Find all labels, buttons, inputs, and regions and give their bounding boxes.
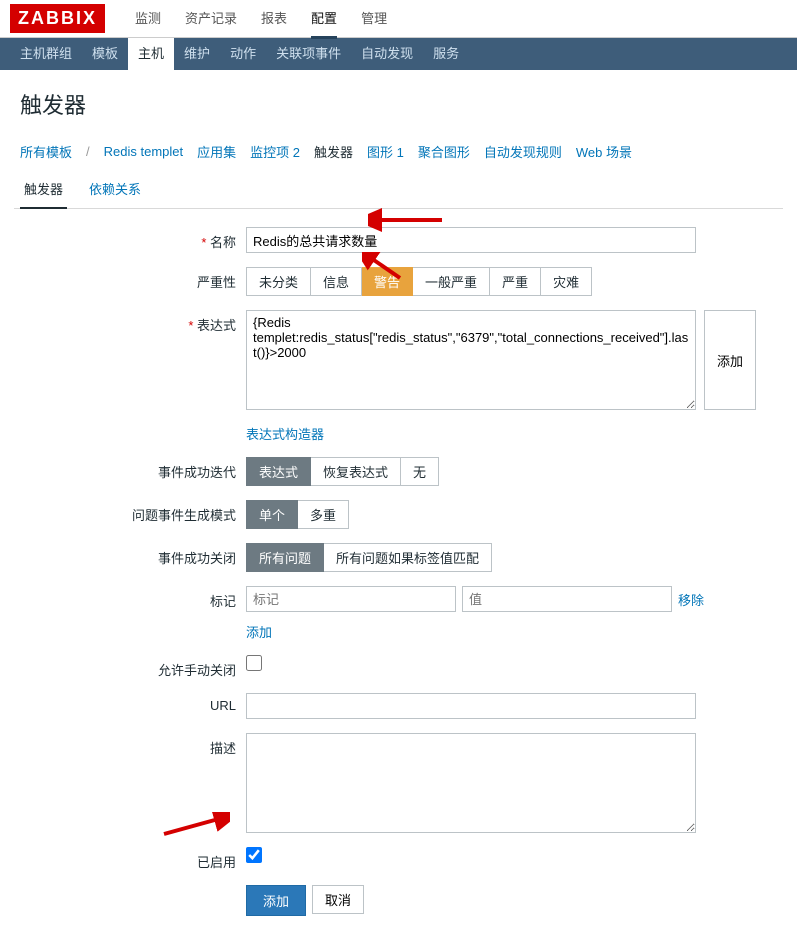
tab-trigger[interactable]: 触发器 [20,171,67,208]
subnav-correlation[interactable]: 关联项事件 [266,38,351,70]
topnav: 监测 资产记录 报表 配置 管理 [123,0,399,38]
severity-average[interactable]: 一般严重 [413,267,490,296]
crumb-template[interactable]: Redis templet [104,144,183,159]
label-event-close: 事件成功关闭 [20,543,246,567]
topnav-config[interactable]: 配置 [299,0,349,38]
event-gen-none[interactable]: 无 [401,457,439,486]
label-url: URL [20,693,246,713]
tag-row: 移除 [246,586,704,612]
crumb-web[interactable]: Web 场景 [576,142,632,161]
tag-add-link[interactable]: 添加 [246,622,272,641]
submit-button[interactable]: 添加 [246,885,306,916]
severity-high[interactable]: 严重 [490,267,541,296]
expression-add-button[interactable]: 添加 [704,310,756,410]
event-gen-expression[interactable]: 表达式 [246,457,311,486]
topnav-admin[interactable]: 管理 [349,0,399,38]
severity-disaster[interactable]: 灾难 [541,267,592,296]
annotation-arrow-icon [368,208,448,232]
label-allow-manual-close: 允许手动关闭 [20,655,246,679]
crumb-triggers: 触发器 [314,142,353,161]
crumb-all-templates[interactable]: 所有模板 [20,142,72,161]
tag-remove-link[interactable]: 移除 [678,590,704,609]
enabled-checkbox[interactable] [246,847,262,863]
problem-mode-single[interactable]: 单个 [246,500,298,529]
allow-manual-close-checkbox[interactable] [246,655,262,671]
label-description: 描述 [20,733,246,757]
name-input[interactable] [246,227,696,253]
crumb-items[interactable]: 监控项 2 [250,142,300,161]
form-tabs: 触发器 依赖关系 [14,171,783,209]
url-input[interactable] [246,693,696,719]
page-content: 触发器 所有模板 / Redis templet 应用集 监控项 2 触发器 图… [0,70,797,944]
event-ok-gen-segment: 表达式 恢复表达式 无 [246,457,439,486]
subnav-hosts[interactable]: 主机 [128,38,174,70]
severity-info[interactable]: 信息 [311,267,362,296]
topbar: ZABBIX 监测 资产记录 报表 配置 管理 [0,0,797,38]
crumb-aggregate[interactable]: 聚合图形 [418,142,470,161]
topnav-reports[interactable]: 报表 [249,0,299,38]
tag-name-input[interactable] [246,586,456,612]
logo[interactable]: ZABBIX [10,4,105,33]
event-gen-recovery[interactable]: 恢复表达式 [311,457,401,486]
event-close-all[interactable]: 所有问题 [246,543,324,572]
event-close-segment: 所有问题 所有问题如果标签值匹配 [246,543,492,572]
label-problem-mode: 问题事件生成模式 [20,500,246,524]
annotation-arrow-icon [362,252,406,282]
page-title: 触发器 [20,88,783,120]
annotation-arrow-icon [160,812,230,838]
topnav-monitor[interactable]: 监测 [123,0,173,38]
subnav-hostgroups[interactable]: 主机群组 [10,38,82,70]
breadcrumb: 所有模板 / Redis templet 应用集 监控项 2 触发器 图形 1 … [14,138,783,171]
expression-builder-link[interactable]: 表达式构造器 [246,427,324,442]
label-expression: 表达式 [20,310,246,334]
subnav-maintenance[interactable]: 维护 [174,38,220,70]
subnav-templates[interactable]: 模板 [82,38,128,70]
event-close-tagmatch[interactable]: 所有问题如果标签值匹配 [324,543,492,572]
crumb-autodiscover[interactable]: 自动发现规则 [484,142,562,161]
crumb-sep: / [86,144,90,159]
tab-dependencies[interactable]: 依赖关系 [85,171,145,208]
expression-textarea[interactable]: {Redis templet:redis_status["redis_statu… [246,310,696,410]
severity-segment: 未分类 信息 警告 一般严重 严重 灾难 [246,267,592,296]
subnav-discovery[interactable]: 自动发现 [351,38,423,70]
severity-unclassified[interactable]: 未分类 [246,267,311,296]
cancel-button[interactable]: 取消 [312,885,364,914]
tag-value-input[interactable] [462,586,672,612]
label-name: 名称 [20,227,246,251]
label-event-ok-gen: 事件成功迭代 [20,457,246,481]
label-severity: 严重性 [20,267,246,291]
subnav: 主机群组 模板 主机 维护 动作 关联项事件 自动发现 服务 [0,38,797,70]
crumb-graphs[interactable]: 图形 1 [367,142,404,161]
label-tags: 标记 [20,586,246,610]
subnav-actions[interactable]: 动作 [220,38,266,70]
topnav-inventory[interactable]: 资产记录 [173,0,249,38]
problem-mode-segment: 单个 多重 [246,500,349,529]
label-enabled: 已启用 [20,847,246,871]
trigger-form: 名称 严重性 未分类 信息 警告 一般严重 严重 灾难 表达式 [14,223,783,934]
description-textarea[interactable] [246,733,696,833]
problem-mode-multiple[interactable]: 多重 [298,500,349,529]
subnav-services[interactable]: 服务 [423,38,469,70]
crumb-appset[interactable]: 应用集 [197,142,236,161]
